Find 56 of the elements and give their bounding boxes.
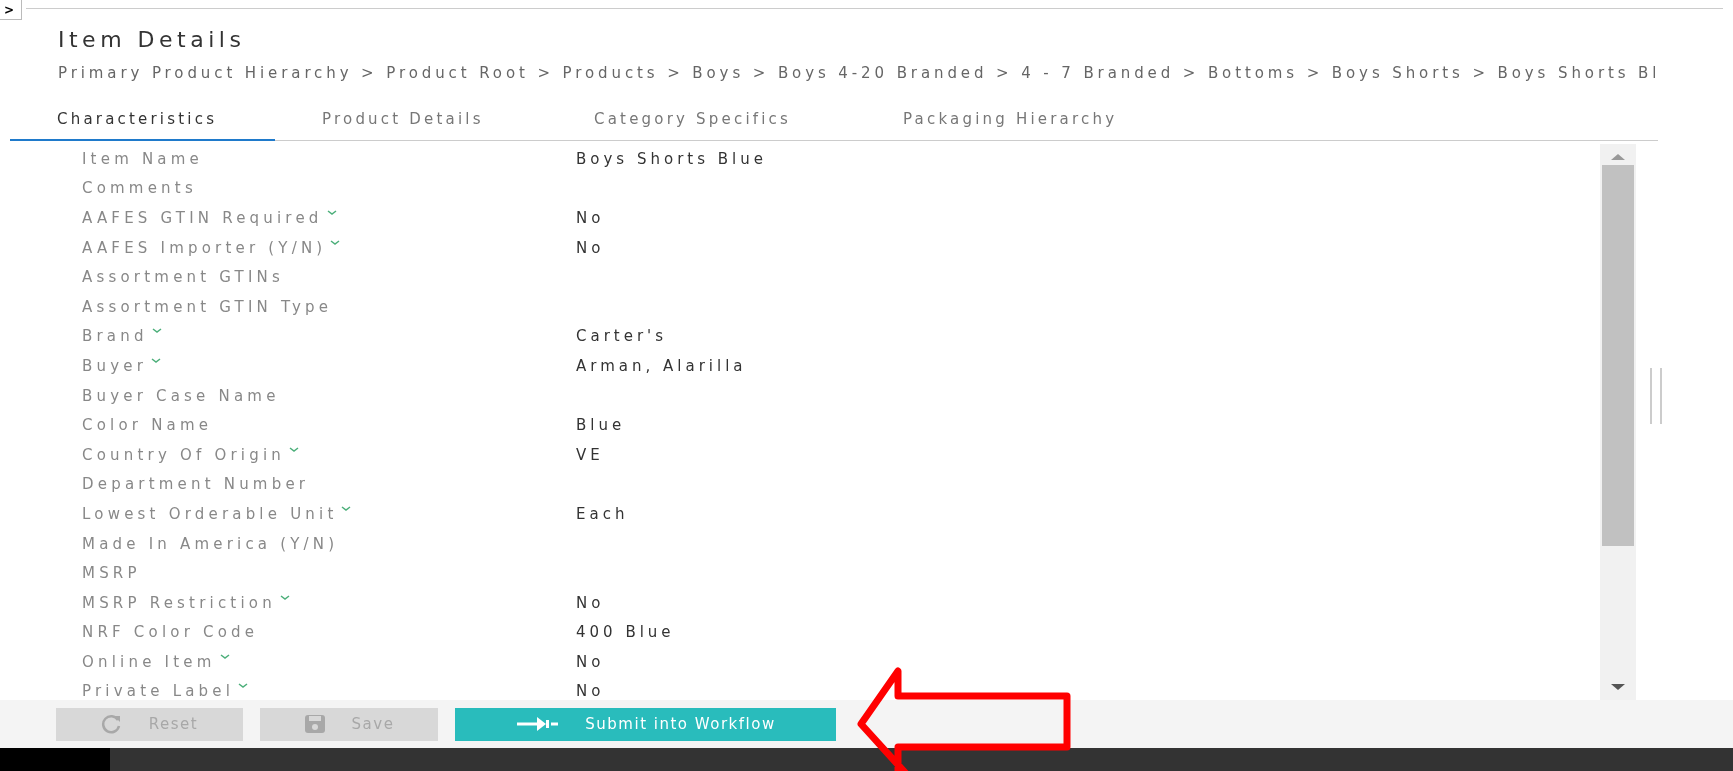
attribute-label: MSRP xyxy=(82,564,141,583)
attribute-label: NRF Color Code xyxy=(82,623,259,642)
arrow-into-line-icon xyxy=(515,716,560,732)
attribute-label: Assortment GTINs xyxy=(82,268,285,287)
attribute-label: Brand xyxy=(82,327,148,346)
attribute-label: AAFES Importer (Y/N) xyxy=(82,238,327,257)
chevron-icon[interactable] xyxy=(279,594,290,601)
chevron-icon[interactable] xyxy=(238,683,249,690)
chevron-icon[interactable] xyxy=(341,505,352,512)
chevron-icon[interactable] xyxy=(151,357,162,364)
scroll-down-icon[interactable] xyxy=(1611,684,1625,692)
submit-button[interactable]: Submit into Workflow xyxy=(455,707,836,741)
tab[interactable]: Category Specifics xyxy=(547,110,856,141)
chevron-icon[interactable] xyxy=(330,239,341,246)
attribute-label: Buyer xyxy=(82,356,148,375)
attribute-value: Blue xyxy=(576,416,626,435)
attribute-value: VE xyxy=(576,445,604,464)
scroll-thumb[interactable] xyxy=(1602,165,1634,546)
chevron-icon[interactable] xyxy=(288,446,299,453)
attribute-value: Carter's xyxy=(576,327,668,346)
attribute-value: 400 Blue xyxy=(576,623,675,642)
attribute-label: Private Label xyxy=(82,682,235,700)
chevron-icon[interactable] xyxy=(326,210,337,216)
scroll-up-icon[interactable] xyxy=(1611,152,1625,160)
attribute-label: Made In America (Y/N) xyxy=(82,534,339,553)
attribute-label: Buyer Case Name xyxy=(82,386,280,405)
chevron-icon[interactable] xyxy=(151,328,162,335)
attribute-label: Assortment GTIN Type xyxy=(82,297,333,316)
attribute-label: MSRP Restriction xyxy=(82,593,276,612)
attribute-label: Country Of Origin xyxy=(82,445,285,464)
attribute-value: No xyxy=(576,238,605,257)
attribute-label: Online Item xyxy=(82,652,216,671)
attribute-label: Lowest Orderable Unit xyxy=(82,504,338,523)
attribute-label: Comments xyxy=(82,179,197,198)
breadcrumb: Primary Product Hierarchy > Product Root > Products > Boys > Boys 4-20 Branded > 4 - 7 Branded > Bottoms > Boys Shorts > Boys Shorts Bl xyxy=(58,64,1662,82)
attribute-value: No xyxy=(576,652,605,671)
panel-toggle-button[interactable]: > xyxy=(0,0,22,20)
chevron-icon[interactable] xyxy=(219,653,230,660)
attribute-value: No xyxy=(576,593,605,612)
resize-grip[interactable] xyxy=(1650,368,1662,424)
tab[interactable]: Characteristics xyxy=(10,110,275,141)
scrollbar[interactable] xyxy=(1600,144,1636,700)
tab[interactable]: Product Details xyxy=(275,110,547,141)
attribute-label: Item Name xyxy=(82,149,203,168)
tab[interactable]: Packaging Hierarchy xyxy=(856,110,1156,141)
attribute-value: Each xyxy=(576,504,629,523)
attribute-value: Arman, Alarilla xyxy=(576,356,747,375)
attribute-value: Boys Shorts Blue xyxy=(576,149,767,168)
attribute-label: Color Name xyxy=(82,416,213,435)
refresh-icon xyxy=(100,714,123,734)
attribute-value: No xyxy=(576,209,605,227)
attribute-value: No xyxy=(576,682,605,700)
attribute-label: Department Number xyxy=(82,475,310,494)
page-title: Item Details xyxy=(58,27,247,53)
attribute-label: AAFES GTIN Required xyxy=(82,209,323,227)
save-icon xyxy=(303,714,326,734)
